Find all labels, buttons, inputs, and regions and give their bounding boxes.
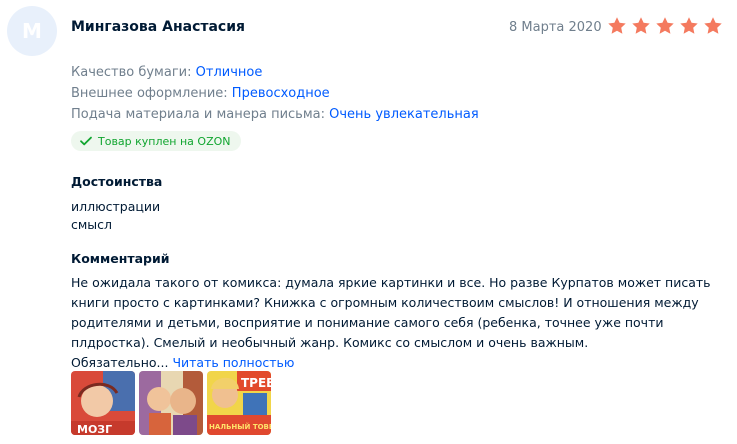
- attribute-label: Внешнее оформление:: [71, 86, 228, 101]
- comment-body: Не ожидала такого от комикса: думала ярк…: [71, 273, 731, 373]
- attribute-row: Подача материала и манера письма: Очень …: [71, 104, 479, 125]
- avatar: М: [7, 6, 57, 56]
- attribute-row: Внешнее оформление: Превосходное: [71, 83, 479, 104]
- photo-caption: МОЗГ: [77, 423, 112, 435]
- star-icon: [703, 16, 723, 36]
- attribute-label: Качество бумаги:: [71, 65, 192, 80]
- review-attributes: Качество бумаги: Отличное Внешнее оформл…: [71, 62, 479, 125]
- pros-title: Достоинства: [71, 174, 163, 189]
- check-icon: [80, 136, 92, 146]
- star-icon: [679, 16, 699, 36]
- attribute-row: Качество бумаги: Отличное: [71, 62, 479, 83]
- comment-title: Комментарий: [71, 251, 170, 266]
- review-photo[interactable]: ТРЕВ НАЛЬНЫЙ ТОВЕЦ: [207, 371, 271, 435]
- read-more-link[interactable]: Читать полностью: [172, 355, 294, 370]
- avatar-letter: М: [22, 19, 42, 43]
- review-photo[interactable]: МОЗГ: [71, 371, 135, 435]
- star-icon: [655, 16, 675, 36]
- star-icon: [607, 16, 627, 36]
- pros-item: иллюстрации: [71, 199, 161, 214]
- review-photos: МОЗГ ТРЕВ НАЛЬНЫЙ ТОВЕЦ: [71, 371, 271, 435]
- badge-text: Товар куплен на OZON: [98, 134, 231, 148]
- purchased-badge: Товар куплен на OZON: [71, 131, 241, 151]
- pros-list: иллюстрации смысл: [71, 198, 160, 234]
- review-date: 8 Марта 2020: [509, 20, 602, 35]
- review-author: Мингазова Анастасия: [71, 19, 246, 35]
- comment-text: Не ожидала такого от комикса: думала ярк…: [71, 275, 711, 370]
- pros-item: смысл: [71, 217, 113, 232]
- review-photo[interactable]: [139, 371, 203, 435]
- attribute-label: Подача материала и манера письма:: [71, 107, 325, 122]
- attribute-value[interactable]: Превосходное: [232, 86, 330, 101]
- photo-caption: ТРЕВ: [241, 376, 271, 390]
- star-icon: [631, 16, 651, 36]
- attribute-value[interactable]: Очень увлекательная: [329, 107, 479, 122]
- photo-caption: НАЛЬНЫЙ ТОВЕЦ: [209, 422, 271, 431]
- rating-stars: [607, 16, 723, 36]
- attribute-value[interactable]: Отличное: [196, 65, 263, 80]
